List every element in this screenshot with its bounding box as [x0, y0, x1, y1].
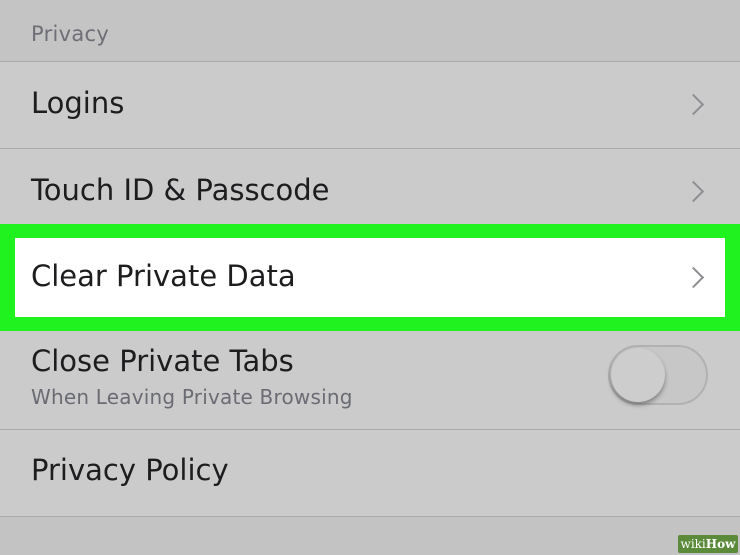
close-private-tabs-toggle[interactable]	[608, 345, 708, 405]
watermark-wiki: wiki	[680, 537, 706, 551]
watermark-how: How	[705, 537, 736, 551]
row-logins[interactable]: Logins	[0, 62, 740, 148]
row-clear-private-data[interactable]: Clear Private Data	[15, 238, 725, 317]
section-title: Privacy	[31, 22, 110, 46]
row-close-private-tabs-label: Close Private Tabs	[31, 344, 294, 378]
row-clear-private-data-label: Clear Private Data	[31, 259, 296, 293]
empty-area	[0, 517, 740, 555]
row-logins-label: Logins	[31, 86, 125, 120]
chevron-right-icon	[682, 266, 705, 289]
section-header-privacy: Privacy	[0, 0, 740, 61]
toggle-knob	[611, 348, 665, 402]
wikihow-watermark: wikiHow	[678, 535, 738, 553]
highlight-frame: Clear Private Data	[0, 224, 740, 331]
settings-screen: Privacy Logins Touch ID & Passcode Clear…	[0, 0, 740, 555]
chevron-right-icon	[682, 93, 705, 116]
row-touch-id-passcode[interactable]: Touch ID & Passcode	[0, 149, 740, 224]
row-privacy-policy-label: Privacy Policy	[31, 453, 229, 487]
row-privacy-policy[interactable]: Privacy Policy	[0, 430, 740, 516]
row-touch-id-label: Touch ID & Passcode	[31, 173, 330, 207]
row-close-private-tabs-sublabel: When Leaving Private Browsing	[31, 385, 353, 409]
chevron-right-icon	[682, 180, 705, 203]
